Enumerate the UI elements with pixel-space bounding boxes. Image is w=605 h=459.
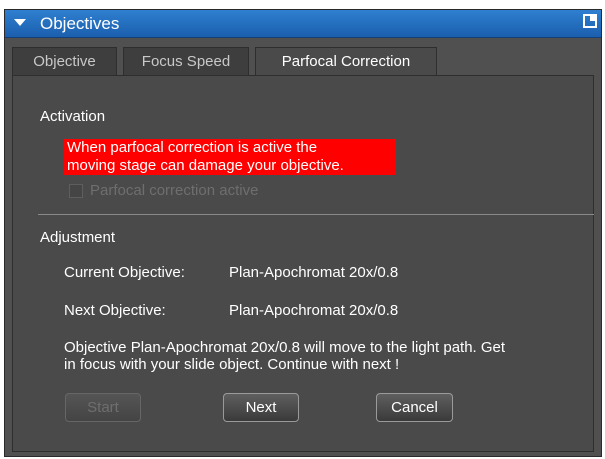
current-objective-label: Current Objective:	[64, 264, 185, 281]
tab-focus-speed[interactable]: Focus Speed	[123, 47, 249, 75]
current-objective-value: Plan-Apochromat 20x/0.8	[229, 264, 399, 281]
start-button[interactable]: Start	[65, 393, 141, 422]
parfocal-active-label: Parfocal correction active	[90, 182, 259, 199]
instruction-message: Objective Plan-Apochromat 20x/0.8 will m…	[64, 339, 505, 373]
activation-heading: Activation	[40, 108, 106, 125]
objectives-panel: Objectives Objective Focus Speed Parfoca…	[4, 9, 602, 457]
adjustment-heading: Adjustment	[40, 229, 116, 246]
collapse-arrow-icon[interactable]	[14, 19, 26, 26]
next-objective-value: Plan-Apochromat 20x/0.8	[229, 302, 399, 319]
warning-line-2: moving stage can damage your objective.	[67, 157, 344, 174]
instruction-line-2: in focus with your slide object. Continu…	[64, 356, 400, 373]
cancel-button[interactable]: Cancel	[376, 393, 453, 422]
section-divider	[38, 214, 594, 215]
warning-line-1: When parfocal correction is active the	[67, 139, 318, 156]
panel-title-bar[interactable]: Objectives	[5, 10, 601, 38]
instruction-line-1: Objective Plan-Apochromat 20x/0.8 will m…	[64, 339, 506, 356]
parfocal-warning: When parfocal correction is active the m…	[64, 139, 396, 175]
panel-title: Objectives	[40, 14, 120, 33]
tab-parfocal-correction[interactable]: Parfocal Correction	[255, 47, 437, 75]
parfocal-active-checkbox[interactable]	[69, 184, 83, 198]
tab-bar: Objective Focus Speed Parfocal Correctio…	[12, 47, 594, 75]
next-button[interactable]: Next	[223, 393, 299, 422]
tab-content: Activation When parfocal correction is a…	[12, 75, 594, 452]
popout-icon[interactable]	[583, 14, 597, 28]
next-objective-label: Next Objective:	[64, 302, 166, 319]
tab-objective[interactable]: Objective	[12, 47, 117, 75]
